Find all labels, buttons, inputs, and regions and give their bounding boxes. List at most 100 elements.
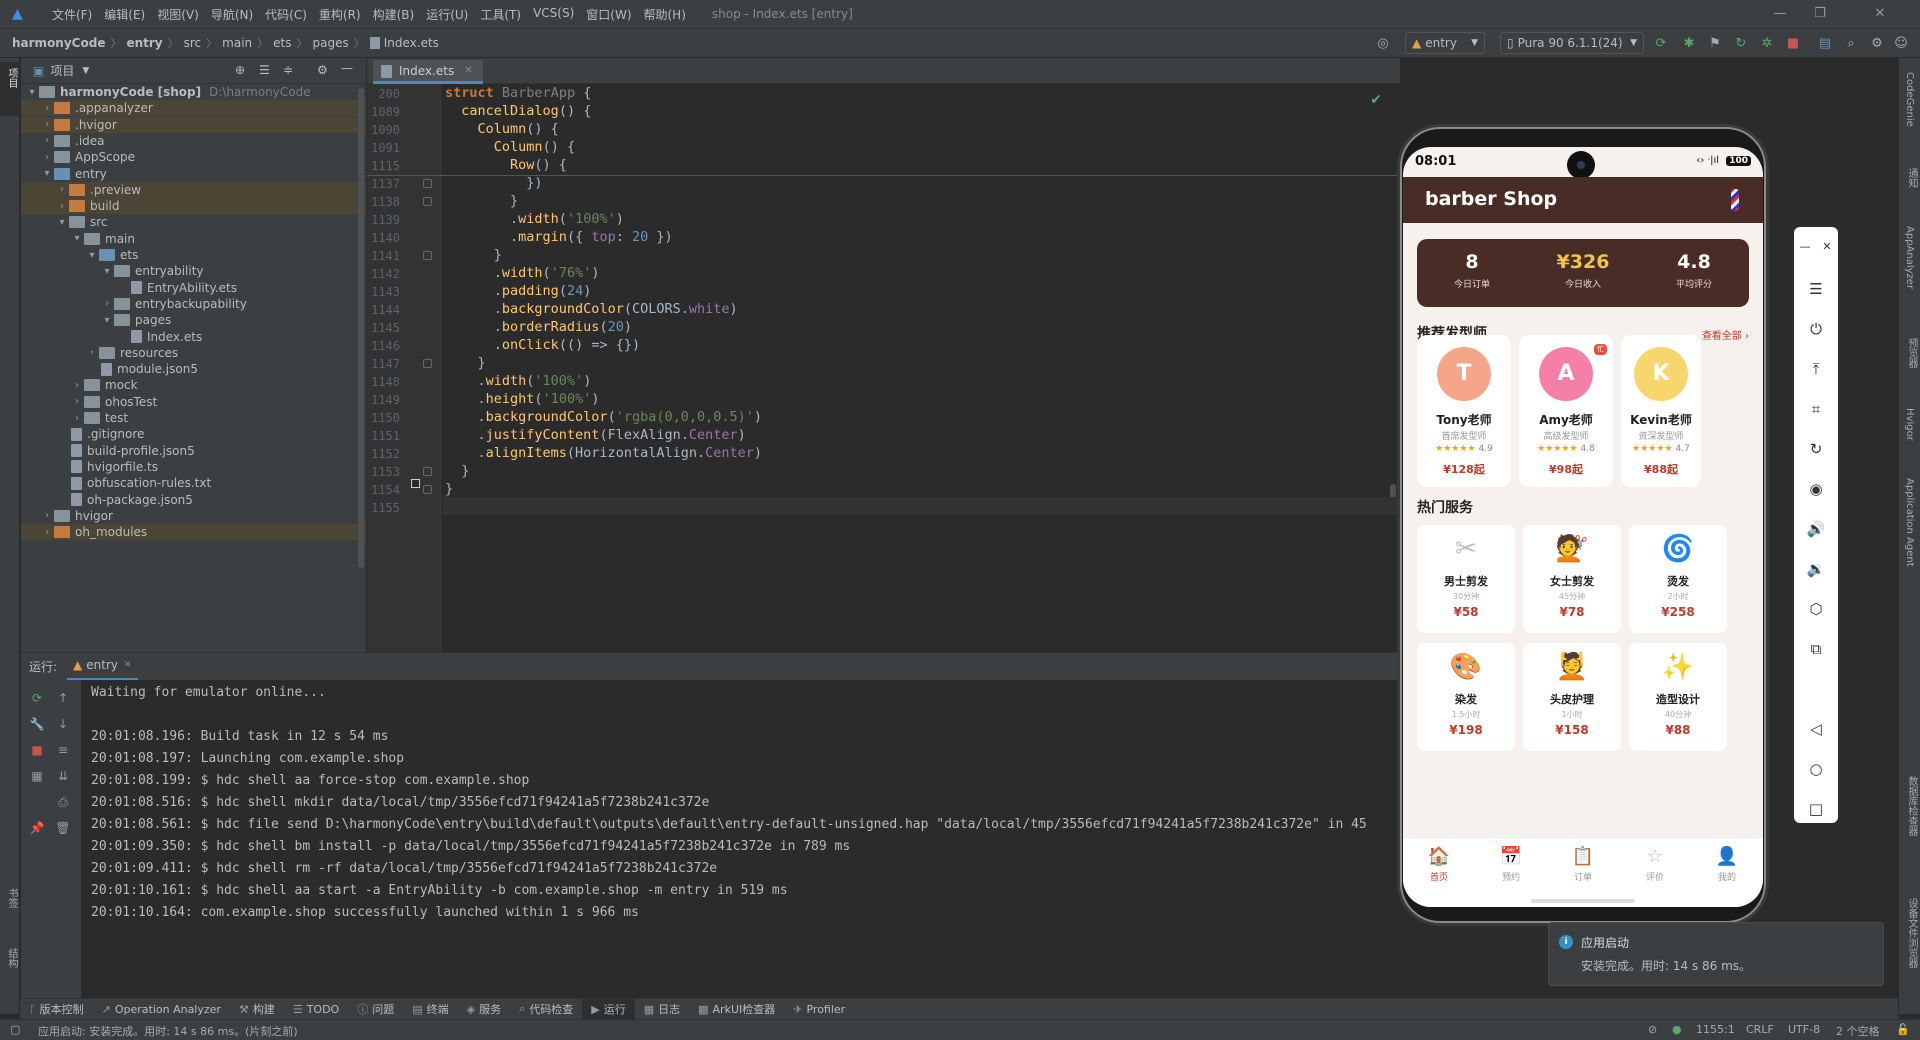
pin-icon[interactable]: 📌 xyxy=(29,820,45,836)
tree-item[interactable]: ▾ src xyxy=(21,214,366,230)
rerun-icon[interactable]: ⟳ xyxy=(1652,35,1670,53)
scroll-down-icon[interactable]: ↓ xyxy=(55,716,71,732)
recents-icon[interactable]: □ xyxy=(1794,795,1838,823)
close-tab-icon[interactable]: ✕ xyxy=(124,660,132,670)
tree-item[interactable]: › .appanalyzer xyxy=(21,100,366,117)
device-select[interactable]: ▯ Pura 90 6.1.1(24) ▼ xyxy=(1500,32,1644,54)
notifications-tab[interactable]: 通知 xyxy=(1904,168,1919,188)
breadcrumb-item[interactable]: src xyxy=(184,36,202,50)
menu-item[interactable]: VCS(S) xyxy=(527,6,580,23)
rerun-icon[interactable]: ⟳ xyxy=(29,690,45,706)
tree-item[interactable]: hvigorfile.ts xyxy=(21,459,366,475)
pin-to-top-icon[interactable]: ⤒ xyxy=(1794,355,1838,383)
menu-item[interactable]: 帮助(H) xyxy=(638,6,692,23)
bottom-tab[interactable]: ⚒ 构建 xyxy=(230,999,284,1020)
target-icon[interactable]: ◎ xyxy=(1374,35,1392,53)
inspect-icon[interactable]: ⊘ xyxy=(1648,1023,1657,1036)
home-icon[interactable]: ○ xyxy=(1794,755,1838,783)
tree-item[interactable]: › .preview xyxy=(21,181,366,198)
fold-marker-icon[interactable] xyxy=(423,251,432,260)
menu-item[interactable]: 工具(T) xyxy=(474,6,527,23)
database-inspector-tab[interactable]: 数据库检查器 xyxy=(1904,776,1919,836)
bookmarks-tab[interactable]: 书签 xyxy=(4,888,19,908)
bottom-tab[interactable]: ▶ 运行 xyxy=(582,998,635,1020)
tab-index-ets[interactable]: Index.ets ✕ xyxy=(373,60,483,84)
chevron-down-icon[interactable]: ▾ xyxy=(85,250,99,261)
tree-item[interactable]: ▾ main xyxy=(21,231,366,247)
tab-bar-item[interactable]: 📋 订单 xyxy=(1547,846,1619,883)
chevron-right-icon[interactable]: › xyxy=(40,119,54,130)
bottom-tab[interactable]: ☰ TODO xyxy=(284,999,348,1020)
tree-item[interactable]: › entrybackupability xyxy=(21,296,366,312)
profile-icon[interactable]: ✲ xyxy=(1758,35,1776,53)
tree-item[interactable]: ▾ harmonyCode [shop] D:\harmonyCode xyxy=(21,84,366,100)
tab-bar-item[interactable]: ☆ 评价 xyxy=(1619,846,1691,883)
indent-setting[interactable]: 2 个空格 xyxy=(1836,1023,1880,1039)
close-tab-icon[interactable]: ✕ xyxy=(464,65,472,76)
hvigor-tab[interactable]: Hvigor xyxy=(1904,408,1915,441)
breadcrumb-item[interactable]: harmonyCode xyxy=(12,36,105,50)
breadcrumb-item[interactable]: pages xyxy=(312,36,348,50)
barber-card[interactable]: T Tony老师 首席发型师 ★★★★★ 4.9 ¥128起 xyxy=(1417,335,1511,487)
power-icon[interactable]: ⏻ xyxy=(1794,315,1838,343)
menu-item[interactable]: 构建(B) xyxy=(367,6,421,23)
run-tab-entry[interactable]: ▲ entry ✕ xyxy=(67,653,138,681)
service-card[interactable]: 🎨 染发 1.5小时 ¥198 xyxy=(1417,643,1515,751)
service-card[interactable]: 💆 头皮护理 1小时 ¥158 xyxy=(1523,643,1621,751)
service-card[interactable]: 🌀 烫发 2小时 ¥258 xyxy=(1629,525,1727,633)
fold-marker-icon[interactable] xyxy=(423,467,432,476)
tree-item[interactable]: obfuscation-rules.txt xyxy=(21,475,366,491)
chevron-right-icon[interactable]: › xyxy=(85,347,99,358)
account-icon[interactable]: ☺ xyxy=(1892,35,1910,53)
home-indicator[interactable] xyxy=(1531,899,1635,903)
minimize-icon[interactable]: — xyxy=(1794,233,1816,261)
menu-item[interactable]: 重构(R) xyxy=(313,6,367,23)
chevron-right-icon[interactable]: › xyxy=(70,396,84,407)
bottom-tab[interactable]: ⌕ 代码检查 xyxy=(510,999,582,1020)
tree-item[interactable]: › AppScope xyxy=(21,149,366,165)
codegenie-tab[interactable]: CodeGenie xyxy=(1904,72,1915,127)
service-card[interactable]: ✨ 造型设计 40分钟 ¥88 xyxy=(1629,643,1727,751)
chevron-down-icon[interactable]: ▾ xyxy=(70,233,84,244)
bottom-tab[interactable]: ᚴ 版本控制 xyxy=(20,999,93,1020)
fold-marker-icon[interactable] xyxy=(423,179,432,188)
bottom-tab[interactable]: ▩ ArkUI检查器 xyxy=(689,999,784,1020)
bottom-tab[interactable]: ↗ Operation Analyzer xyxy=(93,999,230,1020)
bottom-tab[interactable]: ▦ 日志 xyxy=(635,999,689,1020)
apply-changes-icon[interactable]: ↻ xyxy=(1732,35,1750,53)
expand-all-icon[interactable]: ≑ xyxy=(283,63,293,77)
fold-marker-icon[interactable] xyxy=(423,197,432,206)
bottom-tab[interactable]: ✈ Profiler xyxy=(784,999,854,1020)
debug-icon[interactable]: ✱ xyxy=(1680,35,1698,53)
menu-icon[interactable]: ☰ xyxy=(1794,275,1838,303)
barber-card[interactable]: K Kevin老师 资深发型师 ★★★★★ 4.7 ¥88起 xyxy=(1621,335,1701,487)
close-icon[interactable]: ✕ xyxy=(1860,0,1900,28)
gear-icon[interactable]: ⚙ xyxy=(317,63,328,77)
status-panel-icon[interactable]: ▢ xyxy=(10,1023,20,1036)
tree-item[interactable]: › .idea xyxy=(21,133,366,149)
breadcrumb-item[interactable]: entry xyxy=(126,36,162,50)
volume-down-icon[interactable]: 🔉 xyxy=(1794,555,1838,583)
device-manager-icon[interactable]: ▤ xyxy=(1816,35,1834,53)
scroll-to-end-icon[interactable]: ⇊ xyxy=(55,768,71,784)
attach-debugger-icon[interactable]: ⚑ xyxy=(1706,35,1724,53)
service-card[interactable]: ✂ 男士剪发 30分钟 ¥58 xyxy=(1417,525,1515,633)
stop-icon[interactable]: ■ xyxy=(1784,35,1802,53)
chevron-down-icon[interactable]: ▾ xyxy=(100,315,114,326)
tree-item[interactable]: › resources xyxy=(21,345,366,361)
phone-screen[interactable]: 08:01 ‹› ᐧ|ıl 100 barber Shop 8 今日订单 ¥32… xyxy=(1403,147,1763,907)
menu-item[interactable]: 窗口(W) xyxy=(580,6,637,23)
tree-item[interactable]: Index.ets xyxy=(21,329,366,345)
scroll-up-icon[interactable]: ↑ xyxy=(55,690,71,706)
print-icon[interactable]: ⎙ xyxy=(55,794,71,810)
caret-position[interactable]: 1155:1 xyxy=(1696,1023,1735,1036)
chevron-right-icon[interactable]: › xyxy=(40,527,54,538)
menu-item[interactable]: 代码(C) xyxy=(259,6,313,23)
appanalyzer-tab[interactable]: AppAnalyzer xyxy=(1904,226,1915,289)
application-agent-tab[interactable]: Application Agent xyxy=(1904,478,1915,567)
fold-marker-icon[interactable] xyxy=(423,359,432,368)
tree-item[interactable]: ▾ ets xyxy=(21,247,366,263)
tree-item[interactable]: ▾ entryability xyxy=(21,263,366,279)
chevron-down-icon[interactable]: ▾ xyxy=(25,87,39,98)
view-all-link[interactable]: 查看全部 › xyxy=(1702,327,1749,342)
